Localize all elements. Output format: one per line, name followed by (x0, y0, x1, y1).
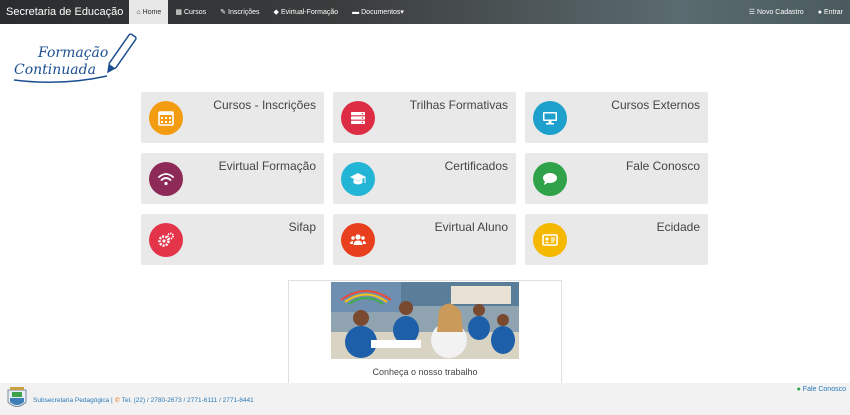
nav-cursos-label: Cursos (183, 8, 207, 16)
card-trilhas-formativas[interactable]: Trilhas Formativas (333, 92, 516, 143)
card-label: Ecidade (656, 220, 700, 234)
promo-caption[interactable]: Conheça o nosso trabalho (289, 367, 561, 377)
formacao-continuada-logo: Formação Continuada (12, 30, 137, 88)
municipal-crest-icon (7, 387, 27, 407)
footer: Subsecretaria Pedagógica | ✆ Tel. (22) /… (0, 383, 850, 415)
card-cursos-inscricoes[interactable]: Cursos - Inscrições (141, 92, 324, 143)
folder-icon: ▬ (352, 8, 360, 16)
monitor-icon (533, 101, 567, 135)
card-label: Cursos - Inscrições (213, 98, 316, 112)
user-icon: ● (817, 8, 822, 16)
card-label: Trilhas Formativas (409, 98, 508, 112)
diamond-icon: ◆ (273, 9, 279, 16)
card-label: Fale Conosco (625, 159, 700, 173)
card-certificados[interactable]: Certificados (333, 153, 516, 204)
gears-icon (149, 223, 183, 257)
logo-text-line1: Formação (37, 45, 108, 61)
nav-inscricoes-label: Inscrições (228, 8, 260, 16)
phone-icon: ✆ (114, 397, 121, 404)
nav-home-label: Home (142, 8, 162, 16)
wifi-icon (149, 162, 183, 196)
nav-novo-cadastro-label: Novo Cadastro (757, 8, 804, 16)
footer-org: Subsecretaria Pedagógica | (33, 397, 113, 404)
nav-home[interactable]: ⌂ Home (129, 0, 169, 24)
card-ecidade[interactable]: Ecidade (525, 214, 708, 265)
card-evirtual-aluno[interactable]: Evirtual Aluno (333, 214, 516, 265)
brand-link[interactable]: Secretaria de Educação (0, 6, 129, 18)
nav-documentos-label: Documentos▾ (361, 9, 404, 16)
chat-icon: ● (796, 386, 801, 393)
graduation-cap-icon (341, 162, 375, 196)
card-fale-conosco[interactable]: Fale Conosco (525, 153, 708, 204)
chat-icon (533, 162, 567, 196)
pencil-icon: ✎ (220, 9, 227, 16)
nav-evirtual-formacao-label: Evirtual-Formação (280, 8, 339, 16)
nav-documentos-dropdown[interactable]: ▬ Documentos▾ (345, 0, 411, 24)
calendar-icon: ▦ (175, 9, 182, 16)
card-cursos-externos[interactable]: Cursos Externos (525, 92, 708, 143)
server-icon (341, 101, 375, 135)
promo-panel: Conheça o nosso trabalho (288, 280, 562, 383)
calendar-icon (149, 101, 183, 135)
nav-novo-cadastro[interactable]: ☰ Novo Cadastro (742, 0, 811, 24)
footer-contact-label: Fale Conosco (802, 386, 846, 393)
nav-cursos[interactable]: ▦ Cursos (168, 0, 213, 24)
home-icon: ⌂ (136, 8, 141, 16)
card-label: Cursos Externos (611, 98, 700, 112)
card-label: Evirtual Aluno (434, 220, 508, 234)
id-card-icon (533, 223, 567, 257)
footer-phone: Tel. (22) / 2780-2673 / 2771-6111 / 2771… (121, 397, 254, 404)
card-evirtual-formacao[interactable]: Evirtual Formação (141, 153, 324, 204)
classroom-photo[interactable] (331, 282, 519, 359)
card-sifap[interactable]: Sifap (141, 214, 324, 265)
card-label: Evirtual Formação (218, 159, 316, 173)
nav-inscricoes[interactable]: ✎ Inscrições (213, 0, 266, 24)
nav-entrar-label: Entrar (823, 8, 843, 16)
footer-info: Subsecretaria Pedagógica | ✆ Tel. (22) /… (33, 396, 254, 404)
logo-text-line2: Continuada (14, 62, 96, 78)
card-label: Sifap (288, 220, 316, 234)
nav-entrar[interactable]: ● Entrar (811, 0, 850, 24)
pen-icon (107, 33, 137, 74)
users-icon (341, 223, 375, 257)
nav-evirtual-formacao[interactable]: ◆ Evirtual-Formação (267, 0, 346, 24)
card-label: Certificados (444, 159, 508, 173)
footer-contact-link[interactable]: ● Fale Conosco (797, 386, 846, 393)
list-icon: ☰ (748, 9, 755, 16)
top-navbar: Secretaria de Educação ⌂ Home ▦ Cursos ✎… (0, 0, 850, 24)
